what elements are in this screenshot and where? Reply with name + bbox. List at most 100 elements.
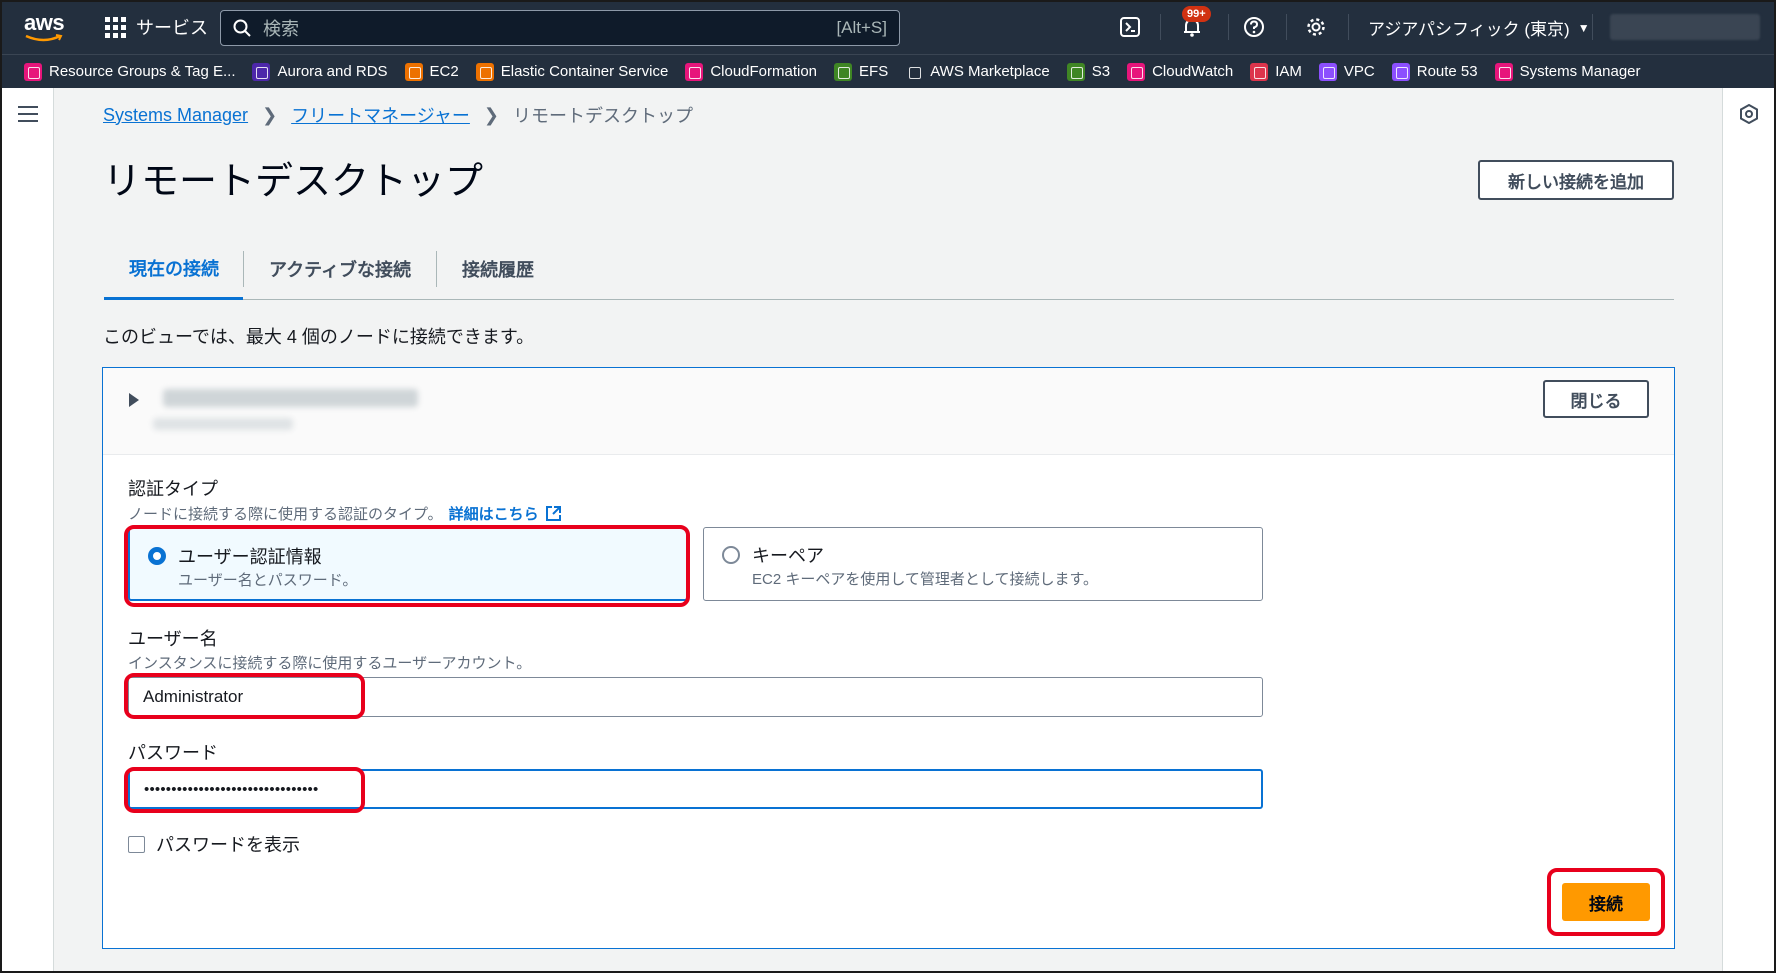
node-name-redacted <box>163 389 418 407</box>
services-menu-button[interactable]: サービス <box>105 14 208 40</box>
aws-logo[interactable]: aws <box>24 10 68 42</box>
connect-button[interactable]: 接続 <box>1562 883 1650 921</box>
radio-user-credentials-desc: ユーザー名とパスワード。 <box>178 572 358 589</box>
notification-badge: 99+ <box>1182 6 1211 22</box>
favorite-label: Systems Manager <box>1519 63 1641 80</box>
nav-divider <box>1228 14 1229 40</box>
radio-key-pair-desc: EC2 キーペアを使用して管理者として接続します。 <box>752 571 1098 588</box>
external-link-icon <box>545 506 561 521</box>
favorite-label: EC2 <box>429 63 459 80</box>
favorite-item[interactable]: Route 53 <box>1391 62 1478 81</box>
radio-selected-icon <box>148 547 166 565</box>
show-password-checkbox[interactable] <box>128 836 145 853</box>
service-icon <box>1494 62 1513 81</box>
aws-smile-icon <box>25 34 63 42</box>
password-input[interactable]: •••••••••••••••••••••••••••••••• <box>128 769 1263 809</box>
search-input[interactable]: 検索 [Alt+S] <box>220 10 900 46</box>
nav-divider <box>1160 14 1161 40</box>
favorite-item[interactable]: Aurora and RDS <box>252 62 388 81</box>
breadcrumb-current: リモートデスクトップ <box>513 106 693 126</box>
favorite-item[interactable]: EC2 <box>404 62 459 81</box>
favorite-label: Resource Groups & Tag E... <box>49 63 236 80</box>
tools-panel-icon[interactable] <box>1739 104 1759 124</box>
username-input[interactable]: Administrator <box>128 677 1263 717</box>
add-connection-button[interactable]: 新しい接続を追加 <box>1478 160 1674 200</box>
favorites-bar: Resource Groups & Tag E... Aurora and RDS… <box>0 54 1776 88</box>
favorite-item[interactable]: CloudFormation <box>685 62 818 81</box>
nav-divider <box>1286 14 1287 40</box>
favorite-label: Aurora and RDS <box>277 63 388 80</box>
tab-connection-history[interactable]: 接続履歴 <box>437 238 559 300</box>
radio-unselected-icon <box>722 546 740 564</box>
service-icon <box>905 62 924 81</box>
breadcrumb: Systems Manager ❯ フリートマネージャー ❯ リモートデスクトッ… <box>103 102 693 128</box>
menu-icon[interactable] <box>18 106 38 127</box>
caret-down-icon: ▼ <box>1577 20 1590 35</box>
radio-key-pair-title: キーペア <box>752 546 824 566</box>
panel-header: 閉じる <box>103 368 1674 455</box>
favorite-item[interactable]: S3 <box>1066 62 1111 81</box>
services-label: サービス <box>136 18 208 38</box>
service-icon <box>1250 62 1269 81</box>
service-icon <box>1066 62 1085 81</box>
chevron-right-icon: ❯ <box>262 104 278 125</box>
password-value: •••••••••••••••••••••••••••••••• <box>144 780 319 798</box>
auth-type-label: 認証タイプ <box>128 479 218 499</box>
favorite-label: IAM <box>1275 63 1302 80</box>
favorite-label: AWS Marketplace <box>930 63 1050 80</box>
auth-type-description: ノードに接続する際に使用する認証のタイプ。 詳細はこちら <box>128 503 562 524</box>
favorite-label: CloudWatch <box>1152 63 1234 80</box>
favorite-label: S3 <box>1091 63 1111 80</box>
close-button[interactable]: 閉じる <box>1543 380 1649 418</box>
region-selector[interactable]: アジアパシフィック (東京) ▼ <box>1368 15 1590 40</box>
favorite-label: CloudFormation <box>710 63 818 80</box>
show-password-label: パスワードを表示 <box>156 835 300 855</box>
favorite-label: VPC <box>1343 63 1375 80</box>
page-title: リモートデスクトップ <box>103 161 484 203</box>
favorite-item[interactable]: IAM <box>1250 62 1302 81</box>
settings-gear-icon[interactable] <box>1302 13 1330 41</box>
tab-current-connections[interactable]: 現在の接続 <box>104 238 243 300</box>
password-label: パスワード <box>128 743 218 763</box>
service-icon <box>404 62 423 81</box>
auth-type-desc-text: ノードに接続する際に使用する認証のタイプ。 <box>128 506 443 523</box>
breadcrumb-fleet-manager[interactable]: フリートマネージャー <box>291 102 470 128</box>
favorite-item[interactable]: Elastic Container Service <box>475 62 669 81</box>
radio-user-credentials-title: ユーザー認証情報 <box>178 547 322 567</box>
service-icon <box>1127 62 1146 81</box>
right-rail <box>1722 88 1774 971</box>
node-id-redacted <box>153 418 293 430</box>
search-shortcut: [Alt+S] <box>836 18 887 37</box>
nav-divider <box>1592 14 1593 40</box>
left-rail <box>2 88 54 971</box>
region-label: アジアパシフィック (東京) <box>1368 20 1570 39</box>
service-icon <box>1318 62 1337 81</box>
service-icon <box>24 62 42 81</box>
username-label: ユーザー名 <box>128 629 218 649</box>
tab-active-connections[interactable]: アクティブな接続 <box>244 238 436 300</box>
learn-more-link[interactable]: 詳細はこちら <box>449 503 539 524</box>
favorite-label: Elastic Container Service <box>500 63 669 80</box>
service-icon <box>1391 62 1410 81</box>
nav-divider <box>1348 14 1349 40</box>
favorite-item[interactable]: AWS Marketplace <box>905 62 1050 81</box>
favorite-item[interactable]: Resource Groups & Tag E... <box>24 62 236 81</box>
username-description: インスタンスに接続する際に使用するユーザーアカウント。 <box>128 655 532 672</box>
favorite-item[interactable]: EFS <box>834 62 888 81</box>
favorite-label: Route 53 <box>1416 63 1478 80</box>
grid-icon <box>105 16 126 38</box>
username-value: Administrator <box>143 687 244 706</box>
account-menu[interactable] <box>1610 14 1760 40</box>
search-placeholder: 検索 <box>263 19 299 39</box>
radio-key-pair[interactable]: キーペア EC2 キーペアを使用して管理者として接続します。 <box>703 527 1263 601</box>
aws-logo-text: aws <box>24 10 65 35</box>
favorite-item[interactable]: CloudWatch <box>1127 62 1234 81</box>
favorite-item[interactable]: VPC <box>1318 62 1375 81</box>
info-text: このビューでは、最大 4 個のノードに接続できます。 <box>103 327 535 347</box>
breadcrumb-systems-manager[interactable]: Systems Manager <box>103 105 248 126</box>
radio-user-credentials[interactable]: ユーザー認証情報 ユーザー名とパスワード。 <box>128 527 688 601</box>
expand-caret-icon[interactable] <box>129 393 139 407</box>
help-icon[interactable] <box>1240 13 1268 41</box>
cloudshell-icon[interactable] <box>1116 13 1144 41</box>
favorite-item[interactable]: Systems Manager <box>1494 62 1641 81</box>
